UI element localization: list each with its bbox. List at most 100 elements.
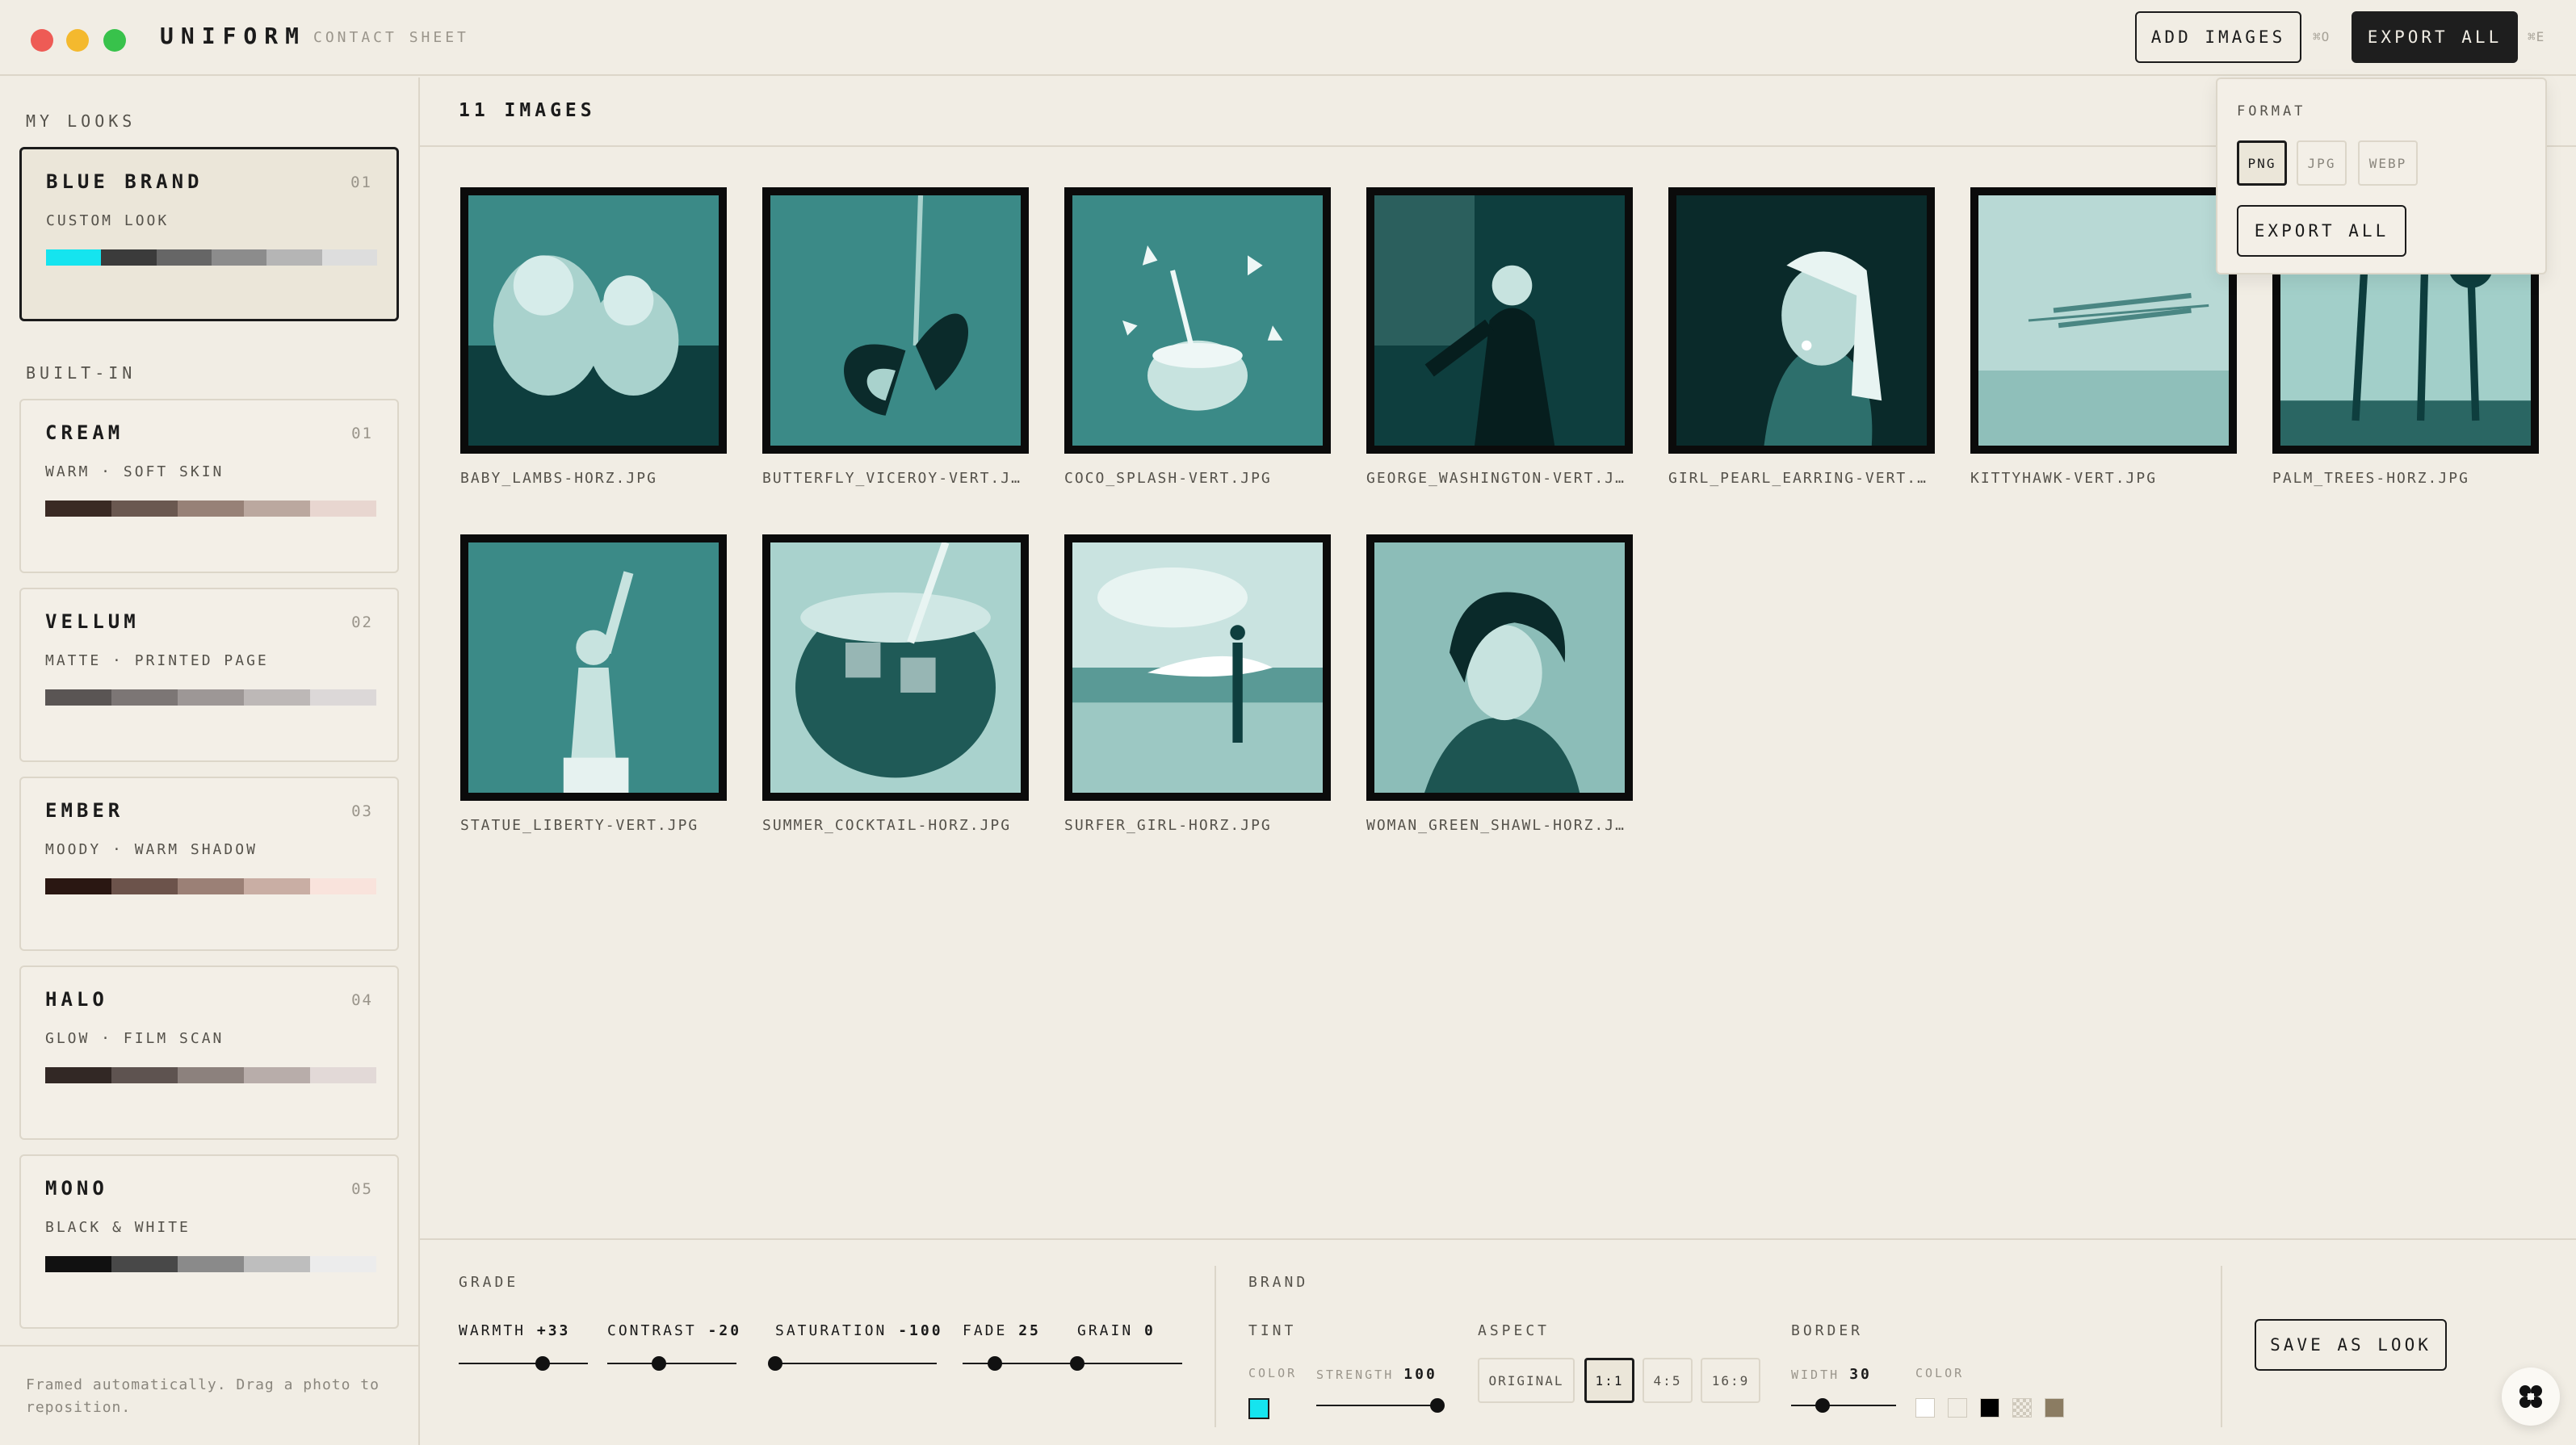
fade-slider-knob[interactable] — [988, 1356, 1002, 1371]
image-thumbnail[interactable] — [1366, 534, 1633, 801]
look-number: 03 — [351, 802, 373, 820]
color-swatch — [310, 1256, 376, 1272]
image-count: 11 IMAGES — [459, 100, 596, 121]
export-all-confirm-button[interactable]: EXPORT ALL — [2237, 205, 2406, 257]
look-name: HALO — [45, 988, 108, 1011]
aspect-1-1-option[interactable]: 1:1 — [1584, 1358, 1634, 1403]
border-color-option[interactable] — [1948, 1398, 1967, 1418]
look-name: EMBER — [45, 799, 124, 822]
aspect-original-option[interactable]: ORIGINAL — [1478, 1358, 1575, 1403]
color-swatch — [111, 1256, 178, 1272]
image-filename: GEORGE_WASHINGTON-VERT.J… — [1366, 470, 1626, 487]
color-swatch — [156, 249, 212, 266]
strength-slider-knob[interactable] — [1430, 1398, 1445, 1413]
format-heading: FORMAT — [2237, 103, 2306, 119]
image-filename: COCO_SPLASH-VERT.JPG — [1064, 470, 1272, 487]
look-number: 01 — [350, 174, 372, 191]
contrast-slider-knob[interactable] — [652, 1356, 666, 1371]
grain-slider-track[interactable] — [1077, 1363, 1182, 1364]
image-thumbnail[interactable] — [460, 534, 727, 801]
color-swatch — [111, 501, 178, 517]
color-swatch — [244, 1067, 310, 1083]
photo-preview — [770, 195, 1021, 446]
border-heading: BORDER — [1791, 1322, 1864, 1339]
image-filename: BUTTERFLY_VICEROY-VERT.J… — [762, 470, 1022, 487]
tint-color-label: COLOR — [1248, 1366, 1298, 1380]
strength-slider-track[interactable] — [1316, 1405, 1437, 1406]
look-swatch-bar — [45, 1256, 376, 1272]
image-thumbnail[interactable] — [762, 534, 1029, 801]
border-color-option[interactable] — [1915, 1398, 1935, 1418]
look-number: 04 — [351, 991, 373, 1009]
color-swatch — [178, 1256, 244, 1272]
save-as-look-button[interactable]: SAVE AS LOOK — [2255, 1319, 2447, 1371]
color-swatch — [244, 1256, 310, 1272]
look-card-cream[interactable]: CREAM 01 WARM · SOFT SKIN — [19, 399, 399, 573]
border-color-option[interactable] — [2012, 1398, 2032, 1418]
help-button[interactable] — [2502, 1368, 2560, 1426]
look-swatch-bar — [45, 1067, 376, 1083]
color-swatch — [310, 878, 376, 894]
aspect-16-9-option[interactable]: 16:9 — [1701, 1358, 1760, 1403]
look-card-ember[interactable]: EMBER 03 MOODY · WARM SHADOW — [19, 777, 399, 951]
tint-heading: TINT — [1248, 1322, 1297, 1339]
color-swatch — [45, 1256, 111, 1272]
photo-preview — [1072, 542, 1323, 793]
image-thumbnail[interactable] — [1064, 534, 1331, 801]
export-menu: FORMAT PNG JPG WEBP EXPORT ALL — [2216, 77, 2547, 274]
look-card-blue-brand[interactable]: BLUE BRAND 01 CUSTOM LOOK — [19, 147, 399, 321]
app-name: UNIFORM — [160, 23, 307, 49]
border-color-option[interactable] — [2045, 1398, 2064, 1418]
look-description: WARM · SOFT SKIN — [45, 463, 224, 480]
look-number: 01 — [351, 425, 373, 442]
image-filename: GIRL_PEARL_EARRING-VERT.… — [1668, 470, 1928, 487]
add-images-shortcut: ⌘O — [2313, 29, 2331, 44]
format-webp-option[interactable]: WEBP — [2358, 140, 2418, 186]
grain-slider-knob[interactable] — [1070, 1356, 1085, 1371]
border-width-slider-knob[interactable] — [1815, 1398, 1830, 1413]
image-filename: WOMAN_GREEN_SHAWL-HORZ.J… — [1366, 817, 1626, 834]
tint-color-swatch[interactable] — [1248, 1398, 1269, 1419]
close-window-button[interactable] — [31, 29, 53, 52]
clover-icon — [2519, 1385, 2542, 1408]
saturation-label: SATURATION -100 — [775, 1322, 943, 1339]
looks-sidebar: MY LOOKS BLUE BRAND 01 CUSTOM LOOK BUILT… — [0, 77, 420, 1445]
image-filename: SUMMER_COCKTAIL-HORZ.JPG — [762, 817, 1012, 834]
color-swatch — [45, 878, 111, 894]
look-number: 05 — [351, 1180, 373, 1198]
look-card-halo[interactable]: HALO 04 GLOW · FILM SCAN — [19, 965, 399, 1140]
image-thumbnail[interactable] — [460, 187, 727, 454]
warmth-slider-track[interactable] — [459, 1363, 588, 1364]
saturation-slider-track[interactable] — [775, 1363, 937, 1364]
image-thumbnail[interactable] — [1668, 187, 1935, 454]
format-png-option[interactable]: PNG — [2237, 140, 2287, 186]
export-all-shortcut: ⌘E — [2528, 29, 2545, 44]
warmth-slider-knob[interactable] — [535, 1356, 550, 1371]
image-thumbnail[interactable] — [762, 187, 1029, 454]
image-thumbnail[interactable] — [1064, 187, 1331, 454]
look-card-mono[interactable]: MONO 05 BLACK & WHITE — [19, 1154, 399, 1329]
look-card-vellum[interactable]: VELLUM 02 MATTE · PRINTED PAGE — [19, 588, 399, 762]
minimize-window-button[interactable] — [66, 29, 89, 52]
image-thumbnail[interactable] — [1366, 187, 1633, 454]
color-swatch — [244, 878, 310, 894]
color-swatch — [111, 878, 178, 894]
format-jpg-option[interactable]: JPG — [2297, 140, 2347, 186]
warmth-label: WARMTH +33 — [459, 1322, 571, 1339]
look-description: MOODY · WARM SHADOW — [45, 841, 258, 858]
title-bar: UNIFORM CONTACT SHEET ADD IMAGES ⌘O EXPO… — [0, 0, 2576, 76]
color-swatch — [244, 501, 310, 517]
border-color-option[interactable] — [1980, 1398, 1999, 1418]
photo-preview — [468, 542, 719, 793]
saturation-slider-knob[interactable] — [768, 1356, 782, 1371]
contrast-label: CONTRAST -20 — [607, 1322, 742, 1339]
add-images-button[interactable]: ADD IMAGES — [2135, 11, 2301, 63]
aspect-4-5-option[interactable]: 4:5 — [1643, 1358, 1693, 1403]
image-thumbnail[interactable] — [1970, 187, 2237, 454]
border-width-slider-track[interactable] — [1791, 1405, 1896, 1406]
export-all-button[interactable]: EXPORT ALL — [2352, 11, 2518, 63]
zoom-window-button[interactable] — [103, 29, 126, 52]
look-name: BLUE BRAND — [46, 170, 203, 193]
look-name: VELLUM — [45, 610, 140, 633]
contrast-slider-track[interactable] — [607, 1363, 736, 1364]
